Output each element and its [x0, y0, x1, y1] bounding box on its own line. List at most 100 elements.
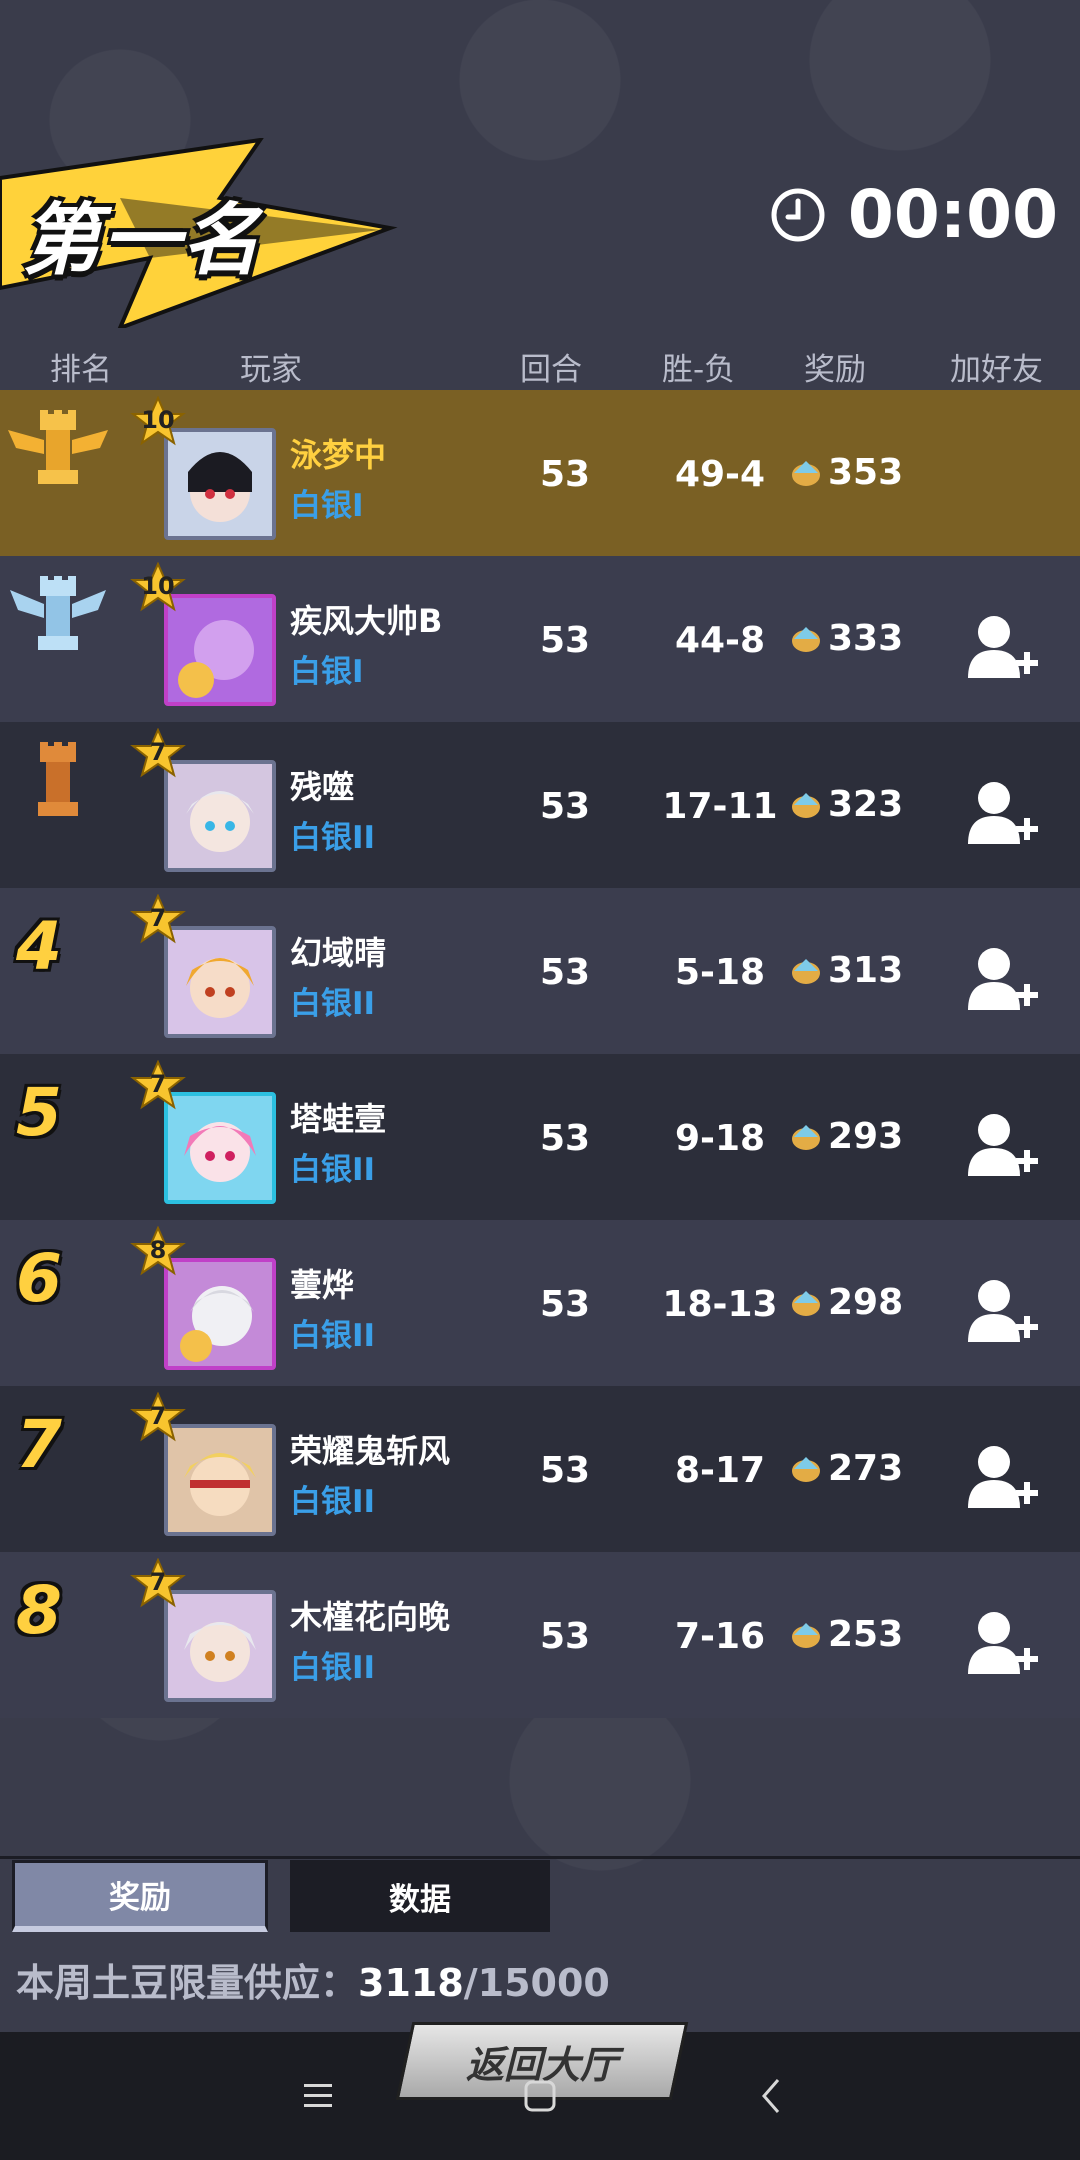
menu-icon[interactable]: [298, 2076, 338, 2116]
table-row[interactable]: 10 泳梦中 白银I 53 49-4 353: [0, 390, 1080, 556]
avatar[interactable]: 7: [130, 1558, 276, 1702]
player-name: 疾风大帅B: [290, 602, 443, 640]
rank-number: 8: [16, 1572, 62, 1649]
potato-icon: [792, 1456, 820, 1482]
table-header: 排名 玩家 回合 胜-负 奖励 加好友: [0, 344, 1080, 388]
player-name: 荣耀鬼斩风: [290, 1432, 451, 1470]
avatar[interactable]: 10: [130, 562, 276, 706]
home-icon[interactable]: [520, 2076, 560, 2116]
supply-info: 本周土豆限量供应：3118/15000: [16, 1952, 610, 2007]
rounds-value: 53: [540, 454, 591, 495]
ranking-list: 10 泳梦中 白银I 53 49-4 353 10 疾风大帅B 白银I 53 4…: [0, 390, 1080, 1718]
reward-value: 293: [828, 1116, 904, 1157]
table-row[interactable]: 10 疾风大帅B 白银I 53 44-8 333: [0, 556, 1080, 722]
reward-value: 323: [828, 784, 904, 825]
rounds-value: 53: [540, 1616, 591, 1657]
potato-icon: [792, 1622, 820, 1648]
player-name: 塔蛙壹: [290, 1100, 387, 1138]
level-number: 8: [149, 1236, 167, 1264]
reward: 323: [788, 784, 903, 825]
player-tier: 白银II: [290, 986, 376, 1022]
potato-icon: [792, 626, 820, 652]
reward-value: 253: [828, 1614, 904, 1655]
header-add-friend: 加好友: [950, 352, 1043, 388]
player-name: 幻域晴: [290, 934, 387, 972]
reward: 333: [788, 618, 903, 659]
table-row[interactable]: 6 8 蕓烨 白银II 53 18-13 298: [0, 1220, 1080, 1386]
avatar[interactable]: 7: [130, 894, 276, 1038]
potato-icon: [792, 792, 820, 818]
add-friend-icon[interactable]: [964, 1440, 1040, 1516]
rank-number: 7: [16, 1406, 62, 1483]
add-friend-icon[interactable]: [964, 942, 1040, 1018]
add-friend-icon[interactable]: [964, 610, 1040, 686]
reward: 253: [788, 1614, 903, 1655]
add-friend-icon[interactable]: [964, 1108, 1040, 1184]
timer: 00:00: [770, 176, 1058, 253]
header-rounds: 回合: [520, 352, 582, 388]
level-number: 10: [141, 572, 175, 600]
avatar[interactable]: 7: [130, 728, 276, 872]
reward: 293: [788, 1116, 903, 1157]
clock-icon: [771, 188, 825, 241]
level-number: 10: [141, 406, 175, 434]
win-loss-value: 44-8: [674, 620, 766, 661]
rounds-value: 53: [540, 1450, 591, 1491]
avatar[interactable]: 8: [130, 1226, 276, 1370]
tab-data[interactable]: 数据: [290, 1860, 550, 1932]
supply-current: 3118: [358, 1961, 464, 2005]
level-number: 7: [149, 1402, 167, 1430]
player-tier: 白银II: [290, 820, 376, 856]
win-loss-value: 9-18: [674, 1118, 766, 1159]
table-row[interactable]: 7 7 荣耀鬼斩风 白银II 53 8-17 273: [0, 1386, 1080, 1552]
reward-value: 333: [828, 618, 904, 659]
table-row[interactable]: 8 7 木槿花向晚 白银II 53 7-16 253: [0, 1552, 1080, 1718]
table-row[interactable]: 4 7 幻域晴 白银II 53 5-18 313: [0, 888, 1080, 1054]
player-tier: 白银II: [290, 1650, 376, 1686]
rank-number: 4: [16, 908, 62, 985]
rounds-value: 53: [540, 1284, 591, 1325]
level-number: 7: [149, 738, 167, 766]
win-loss-value: 49-4: [674, 454, 766, 495]
page-title: 第一名: [22, 196, 263, 286]
add-friend-icon[interactable]: [964, 1606, 1040, 1682]
table-row[interactable]: 5 7 塔蛙壹 白银II 53 9-18 293: [0, 1054, 1080, 1220]
supply-label: 本周土豆限量供应：: [16, 1961, 359, 2005]
header-rank: 排名: [50, 352, 112, 388]
supply-total: /15000: [463, 1961, 610, 2005]
player-name: 泳梦中: [290, 436, 387, 474]
potato-icon: [792, 958, 820, 984]
reward: 353: [788, 452, 903, 493]
reward-value: 298: [828, 1282, 904, 1323]
back-icon[interactable]: [752, 2076, 792, 2116]
gold-rook-icon: [8, 410, 108, 484]
reward-value: 353: [828, 452, 904, 493]
player-name: 蕓烨: [290, 1266, 355, 1304]
reward: 298: [788, 1282, 903, 1323]
level-number: 7: [149, 904, 167, 932]
reward: 273: [788, 1448, 903, 1489]
rank-number: 6: [16, 1240, 62, 1317]
table-row[interactable]: 7 残噬 白银II 53 17-11 323: [0, 722, 1080, 888]
player-tier: 白银II: [290, 1318, 376, 1354]
player-tier: 白银II: [290, 1152, 376, 1188]
player-name: 残噬: [290, 768, 355, 806]
tab-reward[interactable]: 奖励: [12, 1860, 268, 1932]
add-friend-icon[interactable]: [964, 776, 1040, 852]
rounds-value: 53: [540, 620, 591, 661]
win-loss-value: 5-18: [674, 952, 766, 993]
header-player: 玩家: [240, 352, 302, 388]
header-wl: 胜-负: [662, 352, 736, 388]
level-number: 7: [149, 1568, 167, 1596]
rounds-value: 53: [540, 1118, 591, 1159]
avatar[interactable]: 7: [130, 1060, 276, 1204]
reward-value: 273: [828, 1448, 904, 1489]
player-tier: 白银I: [290, 654, 364, 690]
avatar[interactable]: 7: [130, 1392, 276, 1536]
add-friend-icon[interactable]: [964, 1274, 1040, 1350]
rounds-value: 53: [540, 952, 591, 993]
bronze-rook-icon: [38, 742, 78, 816]
header-reward: 奖励: [804, 352, 866, 388]
rounds-value: 53: [540, 786, 591, 827]
avatar[interactable]: 10: [130, 396, 276, 540]
